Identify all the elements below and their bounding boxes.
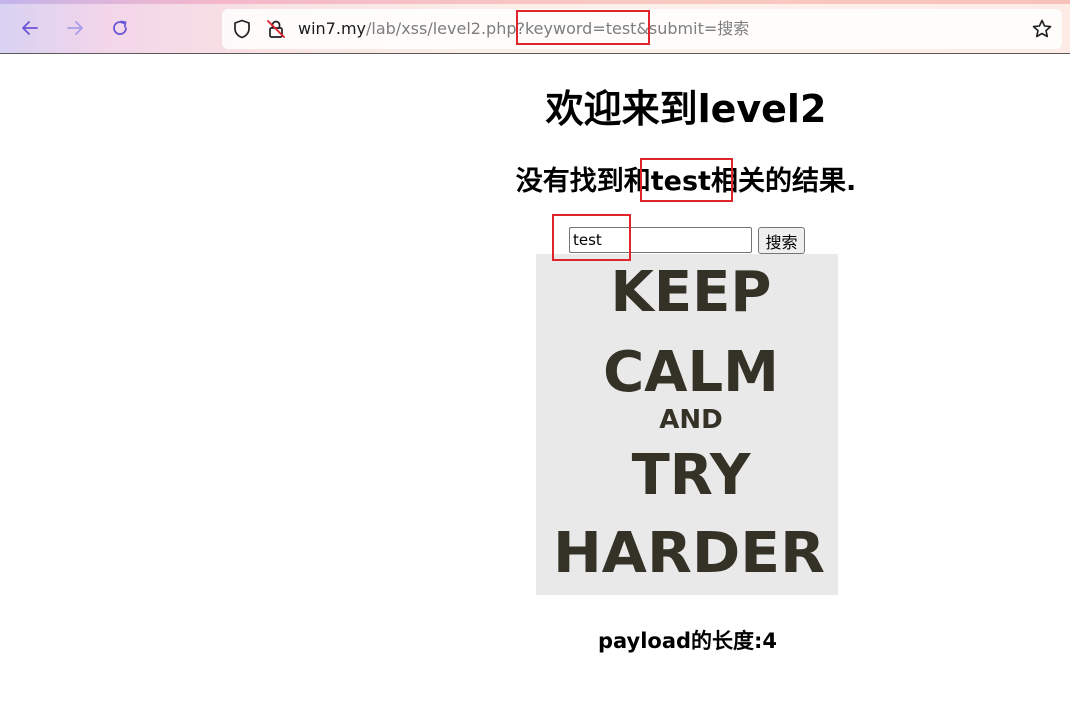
lock-slash-icon[interactable] [265, 18, 287, 40]
poster-line-harder: HARDER [553, 521, 825, 586]
shield-icon[interactable] [231, 18, 253, 40]
url-path: /lab/xss/level2.php?keyword=test&submit=… [366, 19, 750, 38]
payload-length-text: payload的长度:4 [597, 629, 778, 653]
poster-line-keep: KEEP [611, 260, 772, 325]
reload-icon [113, 20, 127, 35]
poster-line-try: TRY [632, 443, 752, 508]
page-title: 欢迎来到level2 [545, 87, 827, 131]
star-icon[interactable] [1031, 18, 1053, 40]
arrow-right-icon [67, 21, 83, 35]
address-bar[interactable]: win7.my/lab/xss/level2.php?keyword=test&… [222, 9, 1062, 49]
arrow-left-icon [22, 21, 38, 35]
poster-line-calm: CALM [603, 340, 779, 405]
poster-graphic: KEEP CALM AND TRY HARDER [536, 254, 838, 595]
forward-button[interactable] [61, 14, 89, 42]
search-result-message: 没有找到和test相关的结果. [515, 166, 857, 197]
browser-toolbar: win7.my/lab/xss/level2.php?keyword=test&… [0, 0, 1070, 54]
back-button[interactable] [16, 14, 44, 42]
url-text[interactable]: win7.my/lab/xss/level2.php?keyword=test&… [298, 19, 749, 39]
keep-calm-poster-image: KEEP CALM AND TRY HARDER [536, 254, 838, 595]
search-button[interactable]: 搜索 [758, 227, 805, 254]
keyword-input[interactable] [569, 227, 752, 253]
reload-button[interactable] [106, 14, 134, 42]
tab-strip-accent [0, 0, 1070, 4]
url-host: win7.my [298, 19, 366, 38]
poster-line-and: AND [659, 405, 722, 435]
